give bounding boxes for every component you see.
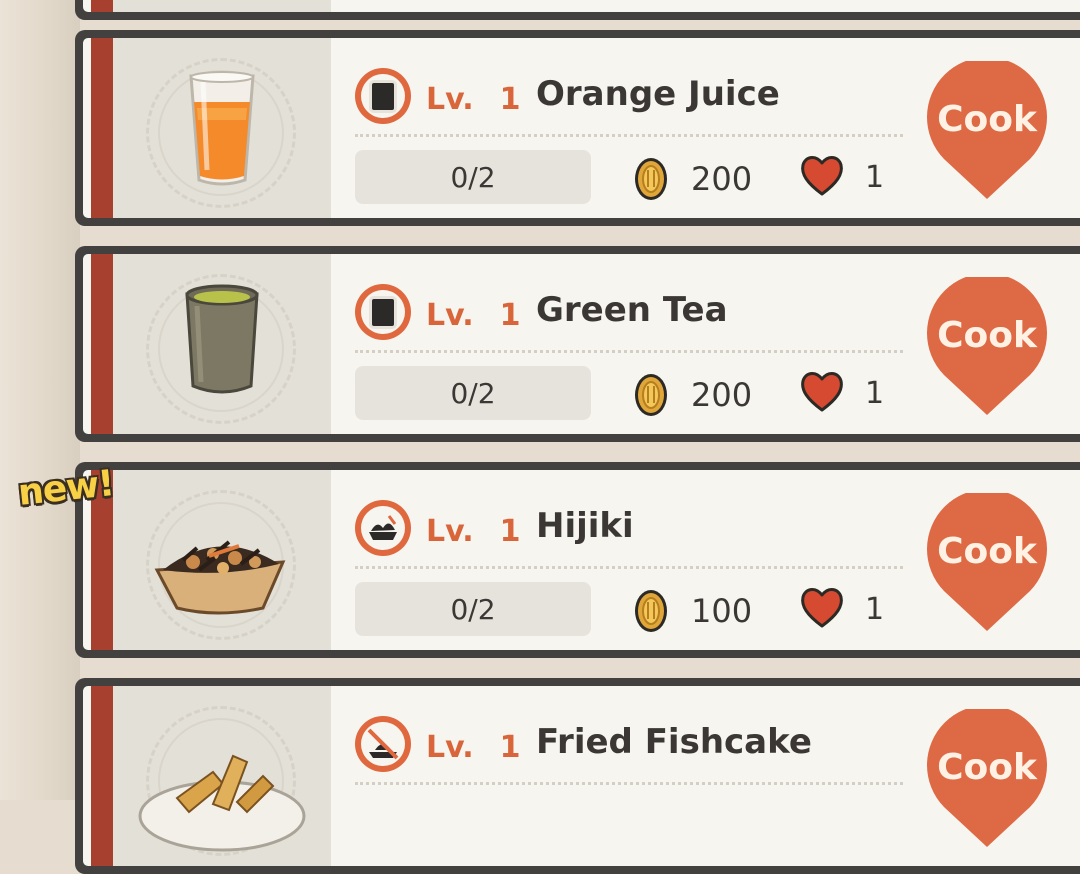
heart-count: 1 bbox=[865, 376, 885, 411]
progress-bar: 0/2 bbox=[355, 366, 591, 420]
drink-icon bbox=[355, 68, 411, 124]
level-indicator: Lv. 1 bbox=[426, 298, 521, 333]
hijiki-icon bbox=[154, 540, 286, 615]
level-indicator: Lv. 1 bbox=[426, 82, 521, 117]
card-accent bbox=[91, 686, 113, 866]
coin-icon bbox=[635, 158, 667, 200]
divider bbox=[355, 782, 903, 785]
recipe-list[interactable]: Lv. 1 Orange Juice 0/2 200 1 Cook Lv. 1 … bbox=[0, 0, 1080, 874]
heart-icon bbox=[801, 372, 843, 412]
food-image-panel bbox=[113, 470, 331, 650]
cook-button-label: Cook bbox=[937, 99, 1037, 140]
heart-icon bbox=[801, 588, 843, 628]
side-dish-icon bbox=[355, 500, 411, 556]
recipe-name: Fried Fishcake bbox=[536, 722, 812, 762]
coin-cost: 200 bbox=[691, 376, 753, 414]
level-indicator: Lv. 1 bbox=[426, 730, 521, 765]
food-image-panel bbox=[113, 38, 331, 218]
cook-button[interactable]: Cook bbox=[926, 705, 1056, 859]
recipe-name: Hijiki bbox=[536, 506, 634, 546]
cook-button[interactable]: Cook bbox=[926, 57, 1056, 211]
recipe-card-green-tea[interactable]: Lv. 1 Green Tea 0/2 200 1 Cook bbox=[75, 246, 1080, 442]
recipe-card-partial bbox=[75, 0, 1080, 20]
recipe-name: Green Tea bbox=[536, 290, 728, 330]
recipe-card-orange-juice[interactable]: Lv. 1 Orange Juice 0/2 200 1 Cook bbox=[75, 30, 1080, 226]
heart-icon bbox=[801, 156, 843, 196]
cook-button-label: Cook bbox=[937, 531, 1037, 572]
food-image-panel bbox=[113, 254, 331, 434]
coin-cost: 200 bbox=[691, 160, 753, 198]
card-accent bbox=[91, 38, 113, 218]
level-indicator: Lv. 1 bbox=[426, 514, 521, 549]
recipe-card-hijiki[interactable]: Lv. 1 Hijiki 0/2 100 1 Cook bbox=[75, 462, 1080, 658]
heart-count: 1 bbox=[865, 160, 885, 195]
food-image-panel bbox=[113, 686, 331, 866]
progress-bar: 0/2 bbox=[355, 582, 591, 636]
fried-fishcake-icon bbox=[138, 754, 306, 852]
cook-button[interactable]: Cook bbox=[926, 489, 1056, 643]
coin-icon bbox=[635, 374, 667, 416]
cook-button-label: Cook bbox=[937, 315, 1037, 356]
divider bbox=[355, 566, 903, 569]
drink-icon bbox=[355, 284, 411, 340]
coin-icon bbox=[635, 590, 667, 632]
progress-bar: 0/2 bbox=[355, 150, 591, 204]
orange-juice-icon bbox=[189, 71, 255, 186]
cook-button[interactable]: Cook bbox=[926, 273, 1056, 427]
recipe-card-fried-fishcake[interactable]: Lv. 1 Fried Fishcake Cook bbox=[75, 678, 1080, 874]
divider bbox=[355, 134, 903, 137]
heart-count: 1 bbox=[865, 592, 885, 627]
green-tea-icon bbox=[185, 284, 259, 394]
recipe-name: Orange Juice bbox=[536, 74, 780, 114]
divider bbox=[355, 350, 903, 353]
cook-button-label: Cook bbox=[937, 747, 1037, 788]
fried-dish-icon bbox=[355, 716, 411, 772]
card-accent bbox=[91, 254, 113, 434]
coin-cost: 100 bbox=[691, 592, 753, 630]
